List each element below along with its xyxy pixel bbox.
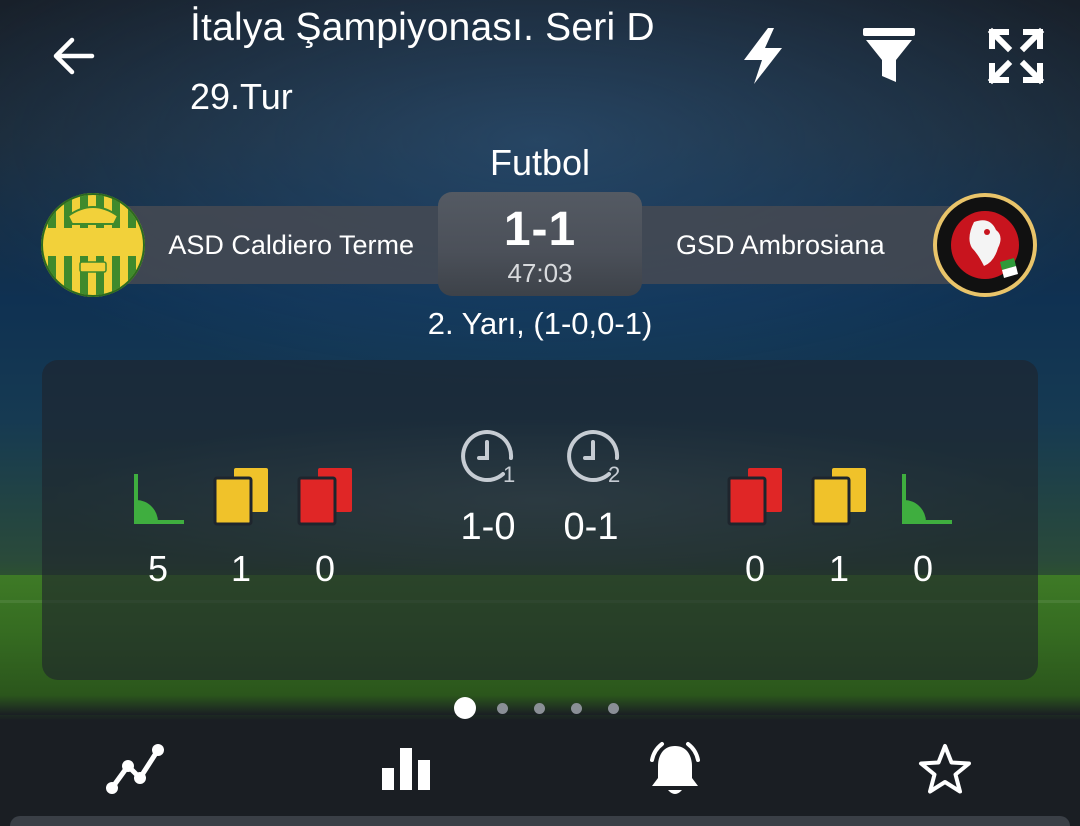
lightning-icon[interactable] [734,26,794,86]
filter-icon[interactable] [860,26,920,86]
away-yellow-cards: 1 [828,548,850,589]
away-red-cards: 0 [744,548,766,589]
sport-label: Futbol [489,142,591,183]
home-team-name: ASD Caldiero Terme [168,229,414,260]
svg-text:1: 1 [503,462,515,486]
bottom-sheet-handle[interactable] [10,816,1070,826]
expand-icon[interactable] [986,26,1046,86]
yellow-card-icon [810,466,868,526]
red-card-icon [296,466,354,526]
pager-dot-2[interactable] [497,703,508,714]
alarm-bell-icon[interactable] [644,740,706,800]
match-stats-card [42,360,1038,680]
match-clock: 47:03 [507,258,573,288]
ambrosiana-crest-icon[interactable] [932,192,1038,298]
corner-icon [896,470,954,528]
pager-dot-3[interactable] [534,703,545,714]
first-half-score: 1-0 [460,506,516,548]
away-team-name: GSD Ambrosiana [676,229,885,260]
caldiero-crest-icon[interactable] [40,192,146,298]
league-title: İtalya Şampiyonası. Seri D [190,6,655,49]
second-half-score: 0-1 [563,506,619,548]
home-corners: 5 [147,548,169,589]
star-icon[interactable] [914,740,976,800]
score-box: 1-1 47:03 [438,192,642,296]
red-card-icon [726,466,784,526]
first-half-clock-icon: 1 [459,428,517,487]
corner-icon [128,470,186,528]
svg-text:2: 2 [608,462,620,486]
second-half-clock-icon: 2 [565,428,623,487]
away-corners: 0 [912,548,934,589]
back-arrow-icon[interactable] [48,30,100,82]
pager-dot-1[interactable] [454,697,476,719]
home-yellow-cards: 1 [230,548,252,589]
home-red-cards: 0 [314,548,336,589]
yellow-card-icon [212,466,270,526]
line-chart-icon[interactable] [104,740,166,800]
bar-chart-icon[interactable] [374,740,436,800]
match-score: 1-1 [503,203,577,256]
pager-dot-4[interactable] [571,703,582,714]
pager-dot-5[interactable] [608,703,619,714]
match-period: 2. Yarı, (1-0,0-1) [427,306,653,341]
round-label: 29.Tur [190,76,293,117]
